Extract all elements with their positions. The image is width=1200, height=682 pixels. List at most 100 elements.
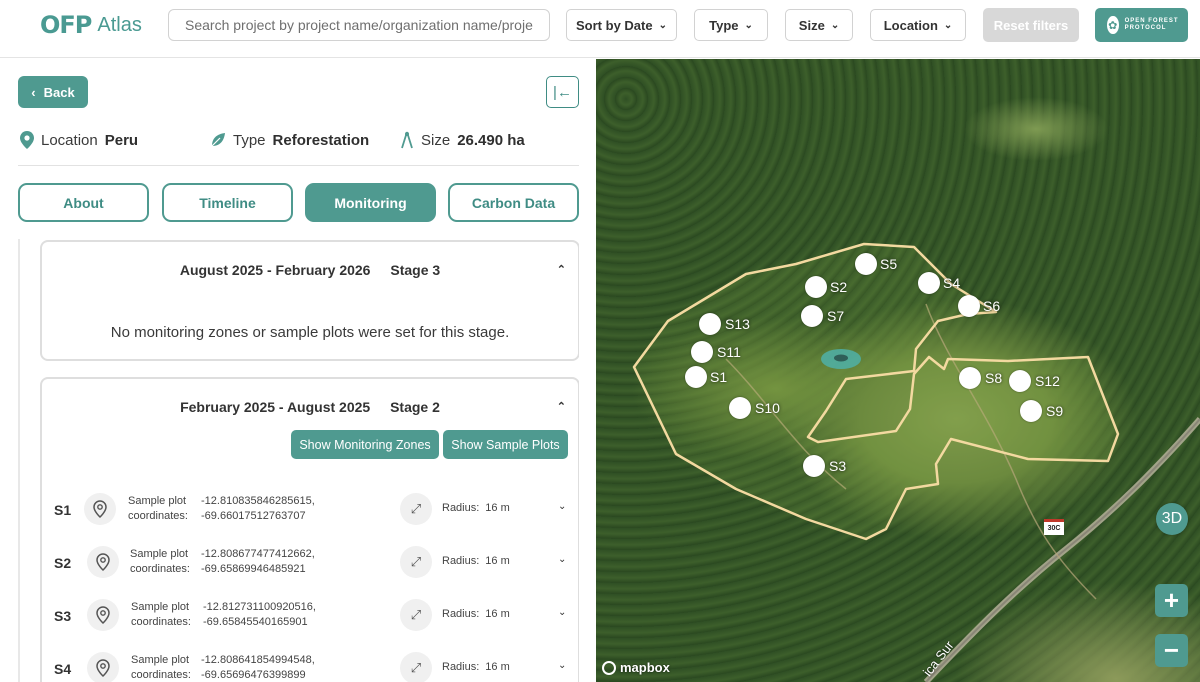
ofp-leaf-icon: ✿	[1107, 16, 1119, 34]
expand-icon[interactable]: ⤢	[400, 652, 432, 682]
plot-marker[interactable]	[918, 272, 940, 294]
meta-size: Size 26.490 ha	[400, 130, 525, 150]
plot-marker-label: S2	[830, 279, 848, 295]
tab-carbon-data[interactable]: Carbon Data	[448, 183, 579, 222]
plot-marker-label: S6	[983, 298, 1001, 314]
chevron-down-icon: ⌄	[744, 19, 753, 31]
plot-radius: Radius: 16 m	[442, 608, 510, 620]
chevron-up-icon[interactable]: ⌃	[557, 263, 566, 276]
plot-label-line1: Sample plot	[131, 601, 190, 613]
plot-lon: -69.65845540165901	[203, 616, 308, 628]
plot-label: Sample plot coordinates:	[128, 494, 188, 524]
plot-marker-label: S5	[880, 256, 898, 272]
plot-lon: -69.65696476399899	[201, 669, 306, 681]
plot-coordinates: -12.808677477412662, -69.65869946485921	[201, 547, 315, 577]
stage-card: February 2025 - August 2025 Stage 2 ⌃ Sh…	[40, 377, 579, 682]
chevron-down-icon: ⌄	[830, 19, 840, 31]
plot-lat: -12.808677477412662,	[201, 548, 315, 560]
plot-radius: Radius: 16 m	[442, 555, 510, 567]
radius-label: Radius:	[442, 502, 480, 514]
stage-number: Stage 3	[390, 262, 441, 278]
plot-radius: Radius: 16 m	[442, 502, 510, 514]
stage-header[interactable]: February 2025 - August 2025 Stage 2 ⌃	[42, 399, 578, 415]
top-bar: OFP Atlas Sort by Date ⌄ Type ⌄ Size ⌄ L…	[0, 0, 1200, 58]
table-row: S2 Sample plot coordinates: -12.808677477…	[42, 540, 579, 593]
chevron-down-icon[interactable]: ⌄	[558, 607, 566, 618]
sort-dropdown[interactable]: Sort by Date ⌄	[566, 9, 677, 41]
app-logo[interactable]: OFP Atlas	[40, 11, 142, 39]
zoom-out-button[interactable]: −	[1155, 634, 1188, 667]
back-label: Back	[43, 84, 75, 100]
location-pin-icon[interactable]	[87, 546, 119, 578]
size-dropdown[interactable]: Size ⌄	[785, 9, 853, 41]
plot-label-line1: Sample plot	[131, 654, 190, 666]
meta-type: Type Reforestation	[210, 130, 369, 150]
satellite-map[interactable]: S5 S4 S2 S6 S7 S13 S11 S1 S8 S12 S10 S9 …	[596, 59, 1200, 682]
chevron-down-icon[interactable]: ⌄	[558, 501, 566, 512]
location-pin-icon[interactable]	[87, 599, 119, 631]
show-sample-plots-button[interactable]: Show Sample Plots	[443, 430, 568, 459]
type-dropdown[interactable]: Type ⌄	[694, 9, 768, 41]
chevron-down-icon: ⌄	[658, 19, 667, 31]
plot-coordinates: -12.810835846285615, -69.66017512763707	[201, 494, 315, 524]
plot-marker[interactable]	[805, 276, 827, 298]
plot-label-line2: coordinates:	[131, 616, 191, 628]
mapbox-attribution[interactable]: mapbox	[602, 660, 670, 675]
show-monitoring-zones-button[interactable]: Show Monitoring Zones	[291, 430, 439, 459]
chevron-down-icon[interactable]: ⌄	[558, 660, 566, 671]
plot-marker-label: S12	[1035, 373, 1060, 389]
collapse-left-icon: |←	[553, 83, 572, 101]
plot-marker[interactable]	[1020, 400, 1042, 422]
plot-marker[interactable]	[685, 366, 707, 388]
3d-toggle-button[interactable]: 3D	[1156, 503, 1188, 535]
search-input[interactable]	[168, 9, 550, 41]
plot-marker[interactable]	[691, 341, 713, 363]
plot-marker-label: S7	[827, 308, 845, 324]
plot-marker[interactable]	[699, 313, 721, 335]
sort-dropdown-label: Sort by Date	[576, 17, 653, 33]
location-pin-icon[interactable]	[87, 652, 119, 682]
table-row: S1 Sample plot coordinates: -12.810835846…	[42, 487, 579, 540]
plot-marker[interactable]	[958, 295, 980, 317]
expand-icon[interactable]: ⤢	[400, 599, 432, 631]
size-label: Size	[421, 131, 451, 149]
stage-header[interactable]: August 2025 - February 2026 Stage 3 ⌃	[42, 262, 578, 278]
zoom-in-button[interactable]: +	[1155, 584, 1188, 617]
expand-icon[interactable]: ⤢	[400, 546, 432, 578]
chevron-down-icon[interactable]: ⌄	[558, 554, 566, 565]
ofp-brand-text: Open Forest Protocol	[1124, 18, 1179, 31]
plot-lat: -12.810835846285615,	[201, 495, 315, 507]
divider	[18, 165, 579, 166]
plot-marker-label: S8	[985, 370, 1003, 386]
tab-timeline[interactable]: Timeline	[162, 183, 293, 222]
collapse-panel-button[interactable]: |←	[546, 76, 579, 108]
ofp-brand-button[interactable]: ✿ Open Forest Protocol	[1095, 8, 1188, 42]
plot-marker[interactable]	[1009, 370, 1031, 392]
size-value: 26.490 ha	[457, 131, 525, 149]
radius-label: Radius:	[442, 661, 480, 673]
plot-name: S1	[54, 502, 72, 518]
chevron-up-icon[interactable]: ⌃	[557, 400, 566, 413]
plot-marker-label: S9	[1046, 403, 1064, 419]
plot-label: Sample plot coordinates:	[131, 600, 191, 630]
back-button[interactable]: ‹ Back	[18, 76, 88, 108]
compass-icon	[401, 131, 413, 149]
plot-name: S3	[54, 608, 72, 624]
location-dropdown[interactable]: Location ⌄	[870, 9, 966, 41]
reset-filters-button[interactable]: Reset filters	[983, 8, 1079, 42]
plot-marker[interactable]	[855, 253, 877, 275]
plot-marker[interactable]	[801, 305, 823, 327]
tab-about[interactable]: About	[18, 183, 149, 222]
plot-label-line2: coordinates:	[130, 563, 190, 575]
stage-period: February 2025 - August 2025	[180, 399, 371, 415]
plot-label-line2: coordinates:	[128, 510, 188, 522]
monitoring-scroll-area[interactable]: August 2025 - February 2026 Stage 3 ⌃ No…	[18, 239, 579, 682]
tab-monitoring[interactable]: Monitoring	[305, 183, 436, 222]
plot-marker-label: S11	[717, 344, 741, 360]
expand-icon[interactable]: ⤢	[400, 493, 432, 525]
plot-marker[interactable]	[803, 455, 825, 477]
location-pin-icon[interactable]	[84, 493, 116, 525]
plot-marker[interactable]	[729, 397, 751, 419]
plot-marker[interactable]	[959, 367, 981, 389]
type-dropdown-label: Type	[709, 17, 739, 33]
